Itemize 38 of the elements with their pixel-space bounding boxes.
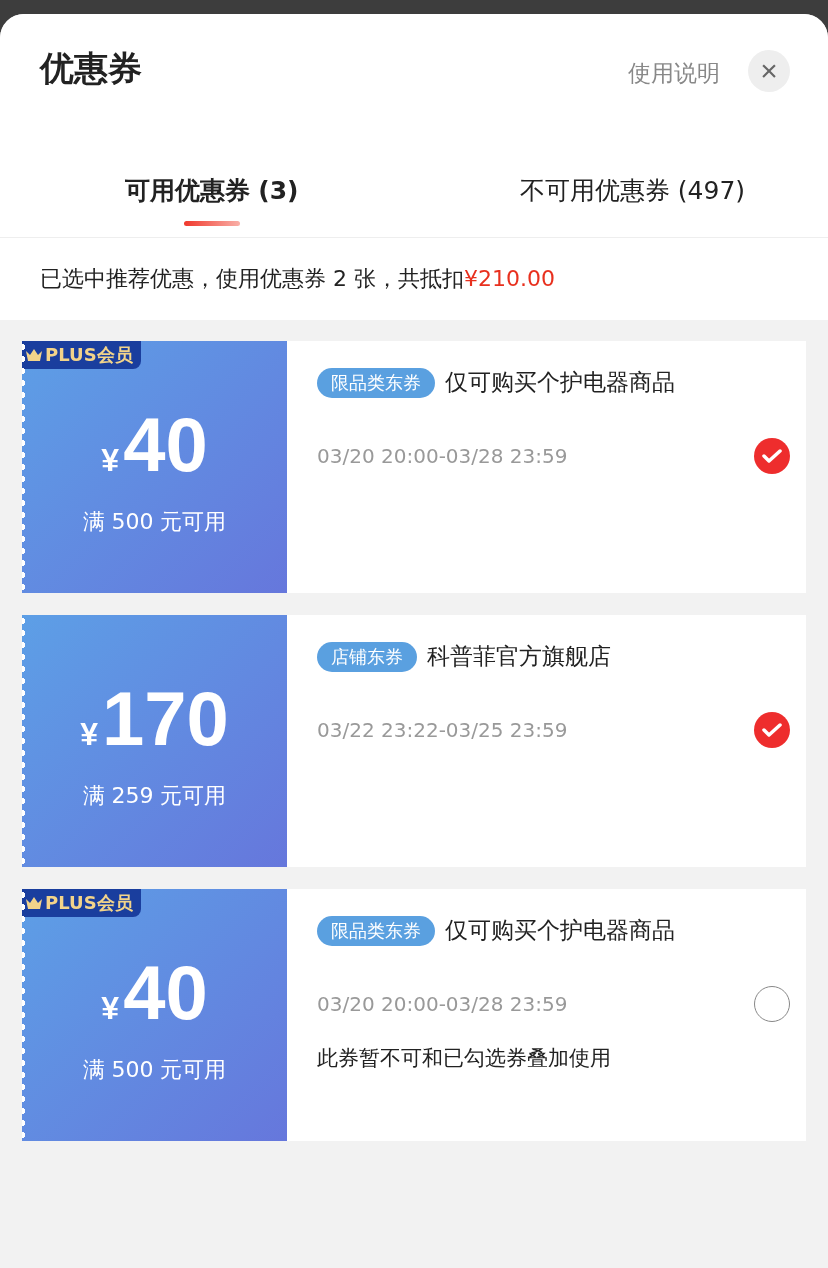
sheet-title: 优惠券	[40, 47, 143, 90]
currency-sign: ¥	[101, 442, 120, 479]
coupon-type-tag: 限品类东券	[317, 915, 435, 946]
tab-underline	[183, 221, 240, 226]
coupon-tab[interactable]: 不可用优惠券 (497)	[407, 124, 828, 237]
coupon-type-tag: 店铺东券	[317, 641, 417, 672]
plus-badge: PLUS会员	[22, 889, 141, 917]
coupon-card[interactable]: PLUS会员 ¥40 满 500 元可用 限品类东券 仅可购买个护电器商品 03/20 20:00-03/28 23:59 此券暂不可和已勾选券叠加使用	[22, 889, 806, 1141]
crown-icon	[26, 897, 42, 909]
coupon-amount: 170	[102, 681, 229, 757]
crown-icon	[26, 349, 42, 361]
coupon-scope: 仅可购买个护电器商品	[445, 368, 675, 397]
coupon-amount: 40	[123, 407, 208, 483]
coupon-amount: 40	[123, 955, 208, 1031]
coupon-validity: 03/20 20:00-03/28 23:59	[317, 444, 569, 468]
select-checkbox[interactable]	[754, 438, 790, 474]
currency-sign: ¥	[101, 990, 120, 1027]
close-button[interactable]: ×	[748, 50, 790, 92]
currency-sign: ¥	[80, 716, 98, 753]
checkmark-icon	[762, 722, 782, 738]
coupon-card[interactable]: ¥170 满 259 元可用 店铺东券 科普菲官方旗舰店 03/22 23:22-03/25 23:59	[22, 615, 806, 867]
coupon-condition: 满 259 元可用	[82, 782, 227, 810]
coupon-card[interactable]: PLUS会员 ¥40 满 500 元可用 限品类东券 仅可购买个护电器商品 03/20 20:00-03/28 23:59	[22, 341, 806, 593]
coupon-tab[interactable]: 可用优惠券 (3)	[0, 124, 407, 237]
summary-text: 已选中推荐优惠，使用优惠券 2 张，共抵扣¥210.00	[39, 265, 556, 293]
select-checkbox[interactable]	[754, 712, 790, 748]
coupon-type-tag: 限品类东券	[317, 367, 435, 398]
coupon-scope: 科普菲官方旗舰店	[427, 642, 611, 671]
checkmark-icon	[762, 448, 782, 464]
coupon-condition: 满 500 元可用	[82, 1056, 227, 1084]
coupon-validity: 03/20 20:00-03/28 23:59	[317, 992, 569, 1016]
select-checkbox[interactable]	[754, 986, 790, 1022]
help-link[interactable]: 使用说明	[628, 58, 720, 89]
coupon-condition: 满 500 元可用	[82, 508, 227, 536]
coupon-scope: 仅可购买个护电器商品	[445, 916, 675, 945]
plus-badge: PLUS会员	[22, 341, 141, 369]
coupon-validity: 03/22 23:22-03/25 23:59	[317, 718, 569, 742]
coupon-note: 此券暂不可和已勾选券叠加使用	[317, 1045, 612, 1072]
